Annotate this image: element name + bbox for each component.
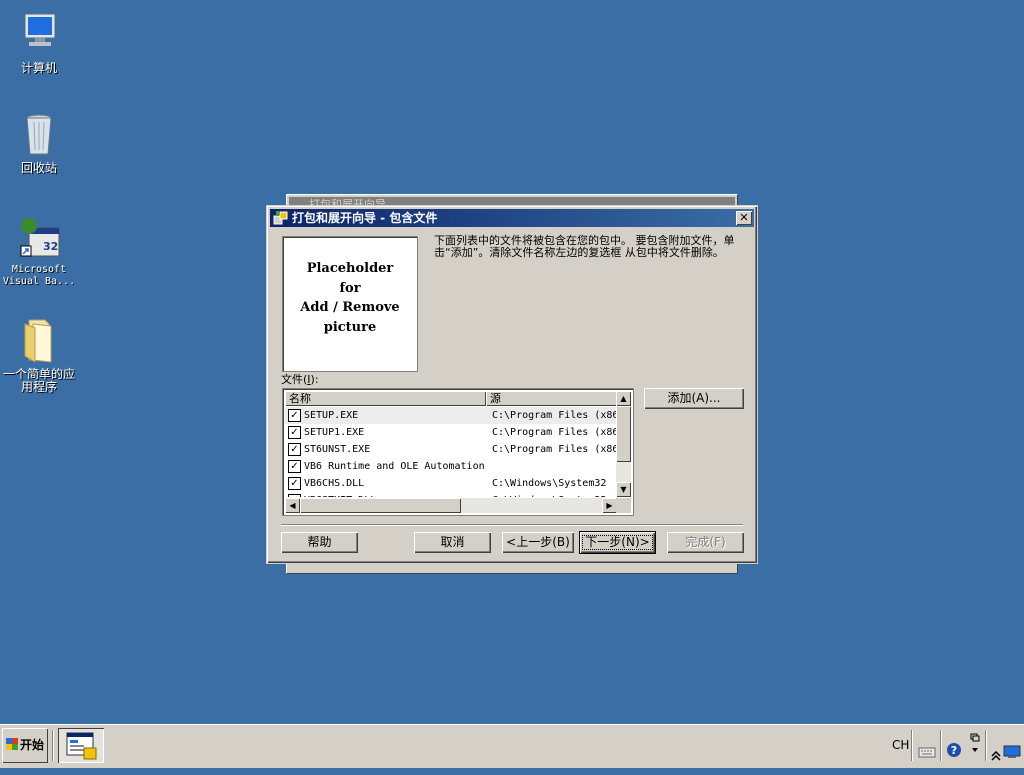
picture-text: Placeholder	[306, 261, 394, 276]
horizontal-scrollbar[interactable]: ◀ ▶	[285, 498, 617, 513]
wizard-dialog: 打包和展开向导 - 包含文件 ✕ Placeholder for Add / R…	[266, 205, 758, 564]
visual-basic-icon: 32	[15, 212, 63, 260]
list-item[interactable]: ✓ VB6 Runtime and OLE Automation	[285, 458, 617, 475]
file-name: SETUP.EXE	[304, 410, 359, 421]
file-name: VB6 Runtime and OLE Automation	[304, 461, 485, 472]
options-icon[interactable]	[969, 732, 981, 758]
network-icon[interactable]	[1003, 738, 1021, 758]
computer-icon	[15, 10, 63, 58]
list-item[interactable]: ✓ SETUP1.EXE C:\Program Files (x86	[285, 424, 617, 441]
file-source: C:\Windows\System32	[492, 492, 606, 497]
file-name: VB6STKIT.DLL	[304, 492, 376, 497]
list-item[interactable]: ✓ SETUP.EXE C:\Program Files (x86	[285, 407, 617, 424]
scroll-corner	[616, 498, 631, 513]
file-name: VB6CHS.DLL	[304, 478, 365, 489]
divider	[52, 730, 54, 761]
row-checkbox[interactable]: ✓	[288, 460, 301, 473]
folder-icon	[15, 316, 63, 364]
desktop-icon-recycle-bin[interactable]: 回收站	[0, 110, 78, 175]
desktop-icon-label: Microsoft	[11, 264, 67, 275]
list-item[interactable]: ✓ VB6CHS.DLL C:\Windows\System32	[285, 475, 617, 492]
scroll-down-icon[interactable]: ▼	[616, 482, 631, 497]
taskbar-button-wizard[interactable]	[58, 728, 104, 763]
list-header: 名称 源	[285, 391, 617, 406]
back-button[interactable]: <上一步(B)	[502, 532, 574, 553]
desktop-icon-label: 回收站	[20, 161, 57, 175]
wizard-task-icon	[66, 732, 97, 760]
divider	[940, 730, 942, 761]
taskbar: 开始 CH ?	[0, 724, 1024, 768]
scroll-right-icon[interactable]: ▶	[602, 498, 617, 513]
file-source: C:\Windows\System32	[492, 478, 607, 489]
windows-logo-icon	[6, 738, 18, 750]
file-source: C:\Program Files (x86	[492, 410, 617, 421]
list-item[interactable]: ✓ ST6UNST.EXE C:\Program Files (x86	[285, 441, 617, 458]
recycle-bin-icon	[15, 110, 63, 158]
list-item[interactable]: ✓VB6STKIT.DLL C:\Windows\System32	[285, 492, 617, 497]
divider	[985, 730, 987, 761]
vertical-scrollbar[interactable]: ▲ ▼	[616, 391, 631, 497]
column-header-name[interactable]: 名称	[285, 391, 486, 406]
row-checkbox[interactable]: ✓	[288, 426, 301, 439]
placeholder-picture: Placeholder for Add / Remove picture	[282, 236, 418, 372]
help-button[interactable]: 帮助	[281, 532, 358, 553]
next-button[interactable]: 下一步(N)>	[579, 531, 656, 554]
file-name: SETUP1.EXE	[304, 427, 365, 438]
scroll-thumb[interactable]	[616, 406, 631, 462]
close-button[interactable]: ✕	[736, 211, 752, 225]
divider	[911, 730, 913, 761]
file-source: C:\Program Files (x86	[492, 427, 617, 438]
list-rows: ✓ SETUP.EXE C:\Program Files (x86 ✓ SETUP1.E…	[285, 407, 617, 497]
help-icon[interactable]: ?	[946, 737, 962, 757]
wizard-app-icon	[273, 210, 289, 226]
cancel-button[interactable]: 取消	[414, 532, 491, 553]
language-indicator[interactable]: CH	[892, 728, 909, 763]
instruction-text: 下面列表中的文件将被包含在您的包中。 要包含附加文件，单击“添加”。清除文件名称…	[434, 234, 735, 259]
file-name: ST6UNST.EXE	[304, 444, 371, 455]
row-checkbox[interactable]: ✓	[288, 494, 301, 497]
desktop-icon-label: 用程序	[20, 380, 57, 394]
badge-32: 32	[43, 240, 58, 253]
files-label: 文件(I):	[281, 373, 319, 386]
scroll-up-icon[interactable]: ▲	[616, 391, 631, 406]
add-button[interactable]: 添加(A)...	[644, 388, 744, 409]
start-button[interactable]: 开始	[2, 728, 48, 763]
picture-text: picture	[323, 319, 377, 335]
desktop-icon-visual-basic[interactable]: 32 Microsoft Visual Ba...	[0, 212, 78, 288]
dialog-title: 打包和展开向导 - 包含文件	[292, 211, 438, 225]
title-bar[interactable]: 打包和展开向导 - 包含文件 ✕	[270, 209, 754, 227]
finish-button[interactable]: 完成(F)	[667, 532, 744, 553]
file-source: C:\Program Files (x86	[492, 444, 617, 455]
keyboard-icon[interactable]	[918, 738, 936, 758]
desktop-icon-label: 计算机	[20, 61, 57, 75]
scroll-left-icon[interactable]: ◀	[285, 498, 300, 513]
picture-text: Add / Remove	[300, 300, 400, 315]
svg-text:?: ?	[951, 744, 957, 757]
chevron-up-icon[interactable]	[991, 740, 1001, 761]
divider	[281, 524, 743, 526]
close-icon: ✕	[739, 211, 749, 224]
picture-text: for	[339, 280, 361, 296]
desktop-icon-label: Visual Ba...	[2, 276, 76, 287]
start-label: 开始	[20, 738, 45, 752]
files-list[interactable]: 名称 源 ✓ SETUP.EXE C:\Program Files (x86 ✓ SET…	[282, 388, 634, 516]
row-checkbox[interactable]: ✓	[288, 409, 301, 422]
scroll-thumb[interactable]	[300, 498, 461, 513]
desktop-icon-folder[interactable]: 一个简单的应 用程序	[0, 316, 78, 394]
row-checkbox[interactable]: ✓	[288, 477, 301, 490]
desktop-icon-computer[interactable]: 计算机	[0, 10, 78, 75]
column-header-source[interactable]: 源	[486, 391, 617, 406]
row-checkbox[interactable]: ✓	[288, 443, 301, 456]
